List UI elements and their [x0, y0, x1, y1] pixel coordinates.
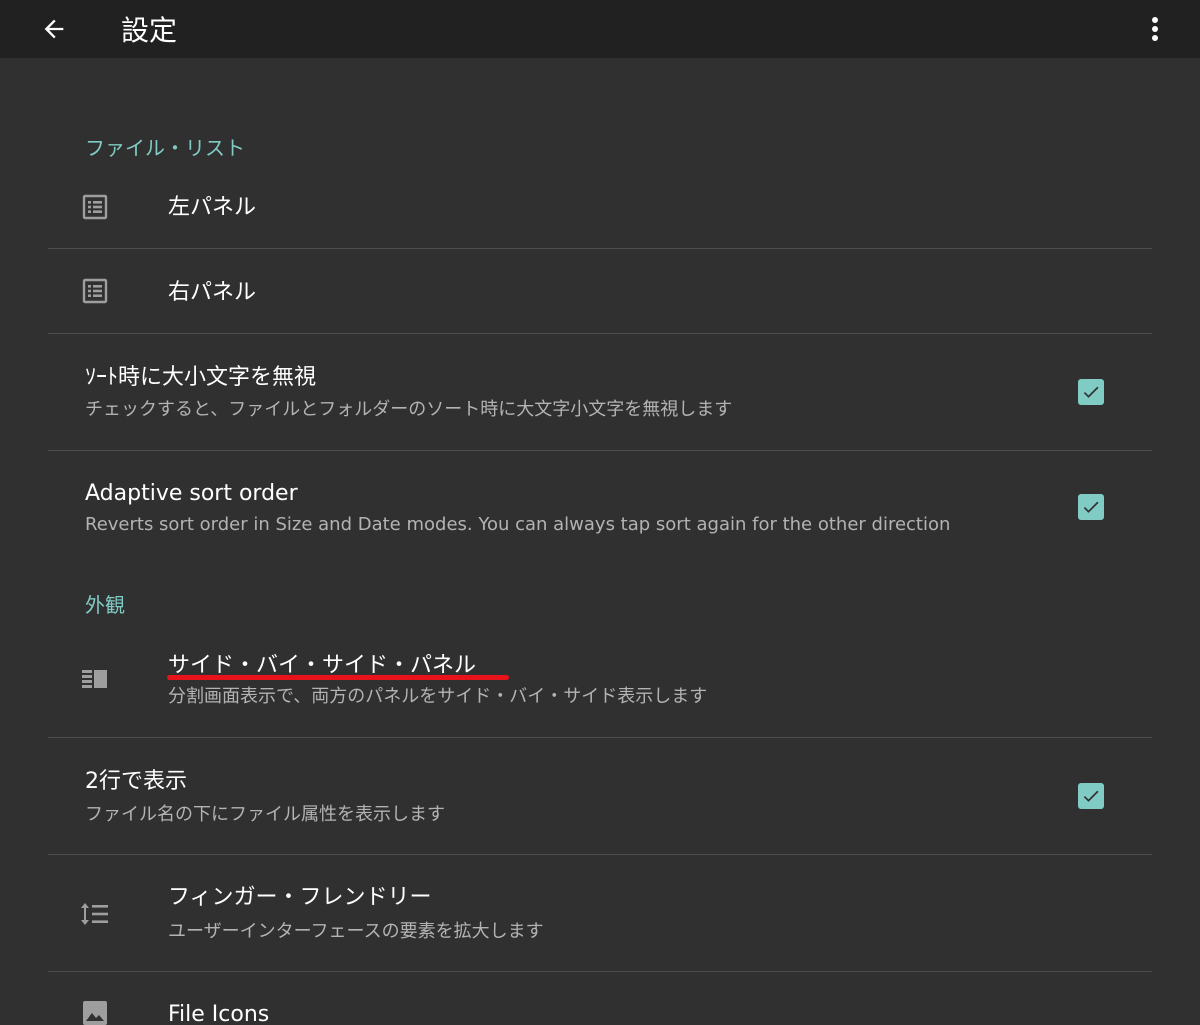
pref-title: Adaptive sort order — [85, 481, 298, 506]
pref-title: File Icons — [168, 1002, 270, 1025]
pref-title: フィンガー・フレンドリー — [168, 885, 432, 910]
pref-title: 右パネル — [168, 280, 257, 305]
ignore-case-checkbox[interactable] — [1078, 379, 1104, 405]
check-icon — [1083, 790, 1099, 802]
pref-summary: チェックすると、ファイルとフォルダーのソート時に大文字小文字を無視します — [85, 399, 733, 420]
app-bar: 設定 — [0, 0, 1200, 58]
section-header-file-list: ファイル・リスト — [85, 136, 245, 160]
pref-title: ｿｰﾄ時に大小文字を無視 — [85, 365, 317, 390]
page-title: 設定 — [121, 14, 178, 47]
back-button[interactable] — [30, 9, 78, 49]
pref-summary: Reverts sort order in Size and Date mode… — [85, 514, 951, 535]
more-vert-icon — [1152, 17, 1158, 41]
pref-file-icons[interactable]: File Icons — [48, 972, 1152, 1025]
arrow-back-icon — [44, 19, 64, 39]
pref-side-by-side-panels[interactable]: サイド・バイ・サイド・パネル 分割画面表示で、両方のパネルをサイド・バイ・サイド… — [48, 622, 1152, 738]
pref-finger-friendly[interactable]: フィンガー・フレンドリー ユーザーインターフェースの要素を拡大します — [48, 855, 1152, 972]
pref-right-panel[interactable]: 右パネル — [48, 249, 1152, 334]
check-icon — [1083, 386, 1099, 398]
pref-title: 左パネル — [168, 195, 257, 220]
pref-summary: ファイル名の下にファイル属性を表示します — [85, 804, 445, 825]
check-icon — [1083, 501, 1099, 513]
pref-title: 2行で表示 — [85, 769, 187, 794]
red-underline-annotation — [167, 675, 509, 680]
pref-ignore-case-sort[interactable]: ｿｰﾄ時に大小文字を無視 チェックすると、ファイルとフォルダーのソート時に大文字… — [48, 334, 1152, 451]
pref-summary: 分割画面表示で、両方のパネルをサイド・バイ・サイド表示します — [168, 686, 708, 707]
list-alt-icon — [80, 276, 110, 306]
overflow-menu-button[interactable] — [1134, 9, 1176, 49]
pref-left-panel[interactable]: 左パネル — [48, 166, 1152, 249]
list-alt-icon — [80, 192, 110, 222]
line-spacing-icon — [80, 899, 110, 929]
section-header-appearance: 外観 — [85, 593, 125, 617]
pref-two-line-display[interactable]: 2行で表示 ファイル名の下にファイル属性を表示します — [48, 738, 1152, 855]
side-by-side-icon — [80, 665, 110, 695]
two-line-checkbox[interactable] — [1078, 783, 1104, 809]
pref-summary: ユーザーインターフェースの要素を拡大します — [168, 921, 544, 942]
adaptive-sort-checkbox[interactable] — [1078, 494, 1104, 520]
pref-adaptive-sort-order[interactable]: Adaptive sort order Reverts sort order i… — [48, 451, 1152, 563]
image-icon — [80, 998, 110, 1025]
